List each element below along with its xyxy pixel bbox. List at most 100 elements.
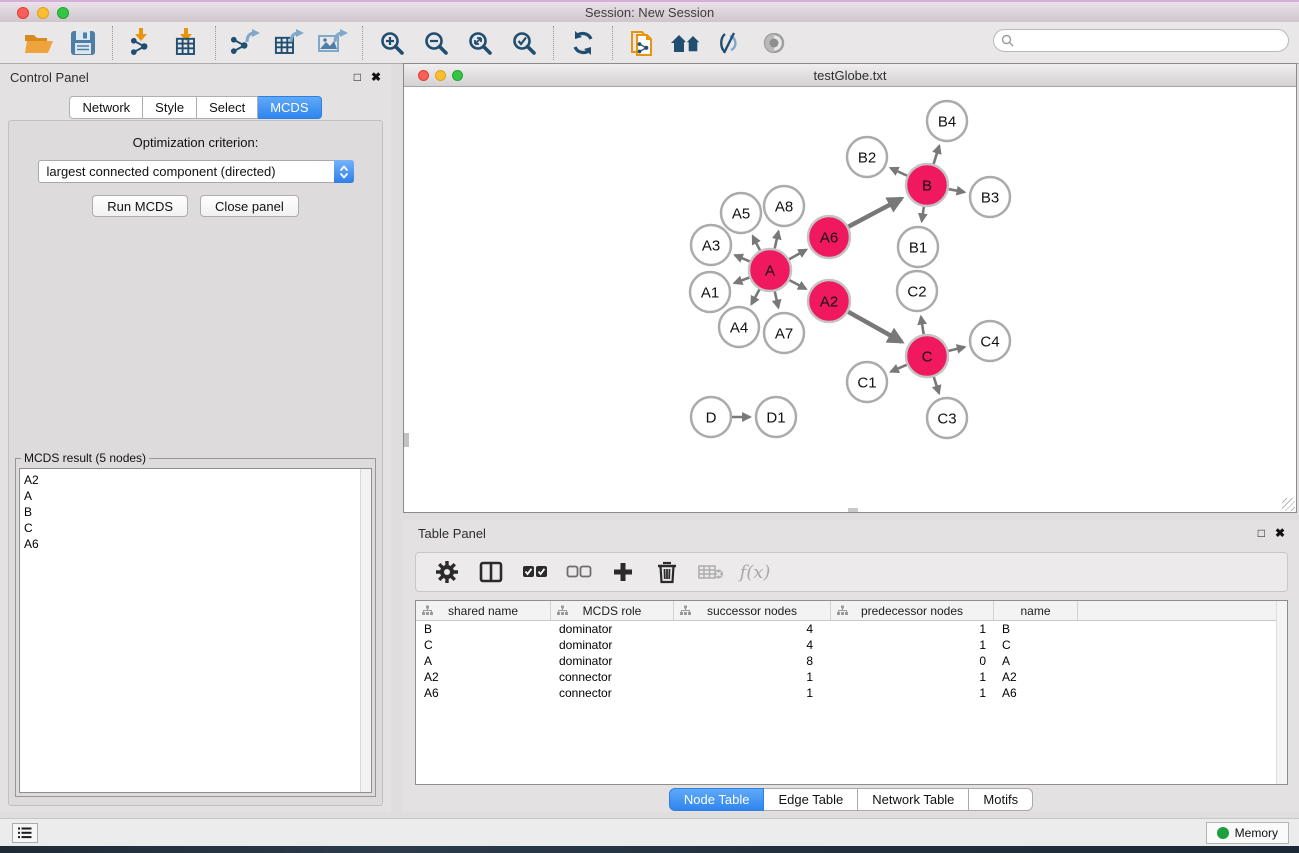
tab-motifs[interactable]: Motifs — [969, 788, 1033, 811]
graph-node-B2[interactable]: B2 — [847, 137, 887, 177]
run-mcds-button[interactable]: Run MCDS — [92, 195, 188, 217]
network-canvas[interactable]: AA1A2A3A4A5A6A7A8BB1B2B3B4CC1C2C3C4DD1 — [404, 87, 1296, 512]
network-vertical-scrollthumb[interactable] — [404, 433, 409, 447]
table-row[interactable]: Adominator80A — [416, 653, 1287, 669]
result-list-scrollbar[interactable] — [360, 469, 371, 792]
table-row[interactable]: A6connector11A6 — [416, 685, 1287, 701]
mcds-result-item[interactable]: A — [24, 488, 371, 504]
edge-A-A4[interactable] — [751, 288, 760, 304]
graph-node-C4[interactable]: C4 — [970, 321, 1010, 361]
graph-node-A5[interactable]: A5 — [721, 193, 761, 233]
graph-node-A7[interactable]: A7 — [764, 313, 804, 353]
tab-network-table[interactable]: Network Table — [858, 788, 969, 811]
deselect-all-button[interactable] — [564, 557, 594, 587]
column-header-shared-name[interactable]: shared name — [416, 601, 551, 620]
split-columns-button[interactable] — [476, 557, 506, 587]
network-window-titlebar[interactable]: testGlobe.txt — [404, 64, 1296, 87]
graph-node-B1[interactable]: B1 — [898, 227, 938, 267]
tab-mcds[interactable]: MCDS — [258, 96, 321, 119]
mcds-result-item[interactable]: A6 — [24, 536, 371, 552]
edge-A2-C[interactable] — [847, 311, 901, 342]
edge-C-C3[interactable] — [933, 376, 939, 393]
edge-B-B3[interactable] — [948, 189, 965, 192]
add-column-button[interactable] — [608, 557, 638, 587]
delete-table-button[interactable] — [696, 557, 726, 587]
graph-node-C3[interactable]: C3 — [927, 398, 967, 438]
close-table-panel-icon[interactable]: ✖ — [1275, 527, 1285, 539]
network-close-button[interactable] — [418, 70, 429, 81]
network-horizontal-scrollthumb[interactable] — [848, 508, 858, 512]
edge-A-A7[interactable] — [775, 290, 779, 307]
network-minimize-button[interactable] — [435, 70, 446, 81]
graph-node-A4[interactable]: A4 — [719, 307, 759, 347]
graph-node-A8[interactable]: A8 — [764, 186, 804, 226]
graph-node-C1[interactable]: C1 — [847, 362, 887, 402]
network-zoom-button[interactable] — [452, 70, 463, 81]
graph-node-B3[interactable]: B3 — [970, 177, 1010, 217]
zoom-in-button[interactable] — [373, 25, 411, 61]
tab-select[interactable]: Select — [197, 96, 258, 119]
column-header-successor-nodes[interactable]: successor nodes — [674, 601, 831, 620]
export-network-button[interactable] — [226, 25, 264, 61]
network-resize-grip[interactable] — [1282, 498, 1295, 511]
graph-node-B4[interactable]: B4 — [927, 101, 967, 141]
refresh-layout-button[interactable] — [564, 25, 602, 61]
column-header-predecessor-nodes[interactable]: predecessor nodes — [831, 601, 994, 620]
tab-style[interactable]: Style — [143, 96, 197, 119]
search-input[interactable] — [1018, 32, 1288, 50]
save-session-button[interactable] — [64, 25, 102, 61]
zoom-fit-button[interactable] — [461, 25, 499, 61]
graph-node-D[interactable]: D — [691, 397, 731, 437]
edge-A-A6[interactable] — [788, 250, 806, 260]
float-panel-icon[interactable]: □ — [354, 71, 361, 83]
optimization-criterion-dropdown[interactable]: largest connected component (directed) — [38, 160, 354, 183]
table-row[interactable]: A2connector11A2 — [416, 669, 1287, 685]
graph-node-B[interactable]: B — [906, 164, 948, 206]
show-eye-button[interactable] — [755, 25, 793, 61]
graph-node-C2[interactable]: C2 — [897, 271, 937, 311]
graph-node-A1[interactable]: A1 — [690, 272, 730, 312]
tab-edge-table[interactable]: Edge Table — [764, 788, 858, 811]
edge-B-B4[interactable] — [933, 146, 939, 165]
close-window-button[interactable] — [17, 7, 29, 19]
search-box[interactable] — [993, 29, 1289, 52]
edge-A-A2[interactable] — [789, 280, 806, 289]
edge-A-A3[interactable] — [735, 255, 751, 262]
tab-node-table[interactable]: Node Table — [669, 788, 765, 811]
settings-gear-button[interactable] — [432, 557, 462, 587]
edge-A-A8[interactable] — [774, 231, 778, 249]
edge-C-C4[interactable] — [947, 347, 964, 351]
mcds-result-list[interactable]: A2ABCA6 — [19, 468, 372, 793]
close-panel-icon[interactable]: ✖ — [371, 71, 381, 83]
graph-node-A2[interactable]: A2 — [808, 280, 850, 322]
import-network-button[interactable] — [123, 25, 161, 61]
table-scrollbar[interactable] — [1276, 601, 1287, 784]
mcds-result-item[interactable]: B — [24, 504, 371, 520]
zoom-selected-button[interactable] — [505, 25, 543, 61]
graph-node-A[interactable]: A — [749, 249, 791, 291]
column-header-name[interactable]: name — [994, 601, 1078, 620]
table-row[interactable]: Cdominator41C — [416, 637, 1287, 653]
delete-column-button[interactable] — [652, 557, 682, 587]
network-from-document-button[interactable] — [623, 25, 661, 61]
hide-graphics-button[interactable] — [711, 25, 749, 61]
open-file-button[interactable] — [20, 25, 58, 61]
edge-A-A1[interactable] — [734, 277, 750, 283]
edge-C-C2[interactable] — [921, 317, 924, 336]
edge-B-B1[interactable] — [922, 206, 924, 221]
float-table-panel-icon[interactable]: □ — [1258, 527, 1265, 539]
close-panel-button[interactable]: Close panel — [200, 195, 299, 217]
minimize-window-button[interactable] — [37, 7, 49, 19]
edge-A6-B[interactable] — [848, 199, 902, 228]
mcds-result-item[interactable]: A2 — [24, 472, 371, 488]
graph-node-A6[interactable]: A6 — [808, 216, 850, 258]
graph-node-C[interactable]: C — [906, 335, 948, 377]
function-builder-button[interactable]: f(x) — [740, 557, 770, 587]
table-row[interactable]: Bdominator41B — [416, 621, 1287, 637]
task-history-button[interactable] — [12, 823, 38, 843]
import-table-button[interactable] — [167, 25, 205, 61]
edge-C-C1[interactable] — [891, 364, 908, 371]
graph-node-D1[interactable]: D1 — [756, 397, 796, 437]
memory-button[interactable]: Memory — [1206, 822, 1289, 844]
edge-B-B2[interactable] — [891, 168, 908, 176]
